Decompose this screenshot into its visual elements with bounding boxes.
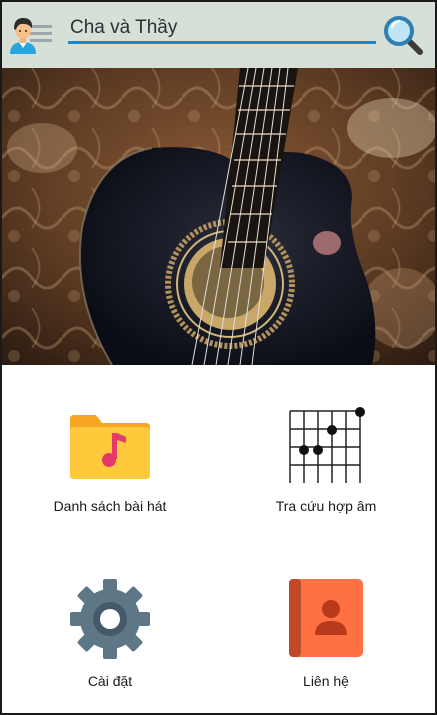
song-list-label: Danh sách bài hát [53,498,167,514]
contact-tile[interactable]: Liên hệ [218,539,434,713]
app-window: Danh sách bài hát [0,0,437,715]
user-menu-icon [10,18,52,54]
chord-lookup-label: Tra cứu hợp âm [275,498,377,514]
settings-tile[interactable]: Cài đặt [2,539,218,713]
settings-label: Cài đặt [87,673,133,689]
chord-diagram-icon [284,407,368,485]
gear-icon [68,577,152,661]
song-list-tile[interactable]: Danh sách bài hát [2,365,218,539]
hero-banner [2,68,435,365]
contact-book-icon [289,579,363,657]
feature-grid: Danh sách bài hát Tra cứu hợp âm Cài đặt… [2,365,435,713]
search-input[interactable] [68,14,376,44]
music-folder-icon [68,411,152,481]
chord-lookup-tile[interactable]: Tra cứu hợp âm [218,365,434,539]
magnifier-icon [384,16,423,55]
top-bar [2,2,435,68]
guitar-photo [2,68,435,365]
search-button[interactable] [382,14,424,56]
user-menu-button[interactable] [8,14,54,56]
contact-label: Liên hệ [303,673,349,689]
